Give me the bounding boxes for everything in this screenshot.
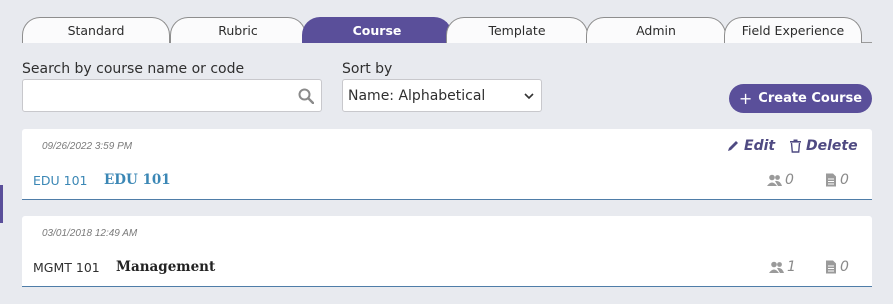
search-input[interactable] [23, 80, 321, 111]
course-timestamp: 03/01/2018 12:49 AM [42, 228, 138, 239]
tab-bar: Standard Rubric Course Template Admin Fi… [22, 17, 872, 43]
sort-select[interactable]: Name: Alphabetical [342, 79, 542, 112]
user-count-value: 1 [787, 259, 796, 275]
sort-label: Sort by [342, 61, 393, 77]
course-name-link[interactable]: Management [116, 259, 215, 275]
document-count: 0 [825, 259, 849, 275]
users-icon [767, 174, 782, 186]
create-course-button[interactable]: + Create Course [729, 84, 872, 113]
course-timestamp: 09/26/2022 3:59 PM [42, 141, 133, 152]
document-count-value: 0 [840, 259, 849, 275]
document-icon [826, 260, 836, 274]
course-card[interactable]: 03/01/2018 12:49 AM MGMT 101 Management … [22, 216, 872, 287]
document-icon [826, 173, 836, 187]
delete-button[interactable]: Delete [789, 138, 858, 154]
tab-field-experience[interactable]: Field Experience [724, 17, 862, 43]
course-name-link[interactable]: EDU 101 [104, 172, 171, 188]
tab-rubric[interactable]: Rubric [170, 17, 306, 43]
trash-icon [790, 139, 801, 153]
plus-icon: + [738, 89, 753, 108]
sort-selected-value: Name: Alphabetical [348, 87, 486, 104]
create-course-label: Create Course [758, 91, 863, 106]
search-label: Search by course name or code [22, 61, 245, 77]
user-count-value: 0 [785, 172, 794, 188]
search-icon[interactable] [298, 88, 314, 104]
course-code: EDU 101 [33, 173, 88, 188]
document-count-value: 0 [840, 172, 849, 188]
chevron-down-icon [524, 93, 534, 100]
tab-admin[interactable]: Admin [586, 17, 726, 43]
left-edge-marker [0, 185, 3, 223]
pencil-icon [728, 141, 738, 151]
user-count: 0 [767, 172, 794, 188]
course-card[interactable]: 09/26/2022 3:59 PM Edit Delete EDU 101 E… [22, 129, 872, 200]
user-count: 1 [769, 259, 796, 275]
delete-label: Delete [806, 138, 858, 154]
document-count: 0 [825, 172, 849, 188]
edit-button[interactable]: Edit [726, 138, 775, 154]
tab-course[interactable]: Course [302, 17, 452, 43]
course-code: MGMT 101 [33, 260, 100, 275]
users-icon [769, 261, 784, 273]
edit-label: Edit [744, 138, 776, 154]
search-field [22, 79, 322, 112]
tab-standard[interactable]: Standard [22, 17, 170, 43]
tab-template[interactable]: Template [446, 17, 588, 43]
